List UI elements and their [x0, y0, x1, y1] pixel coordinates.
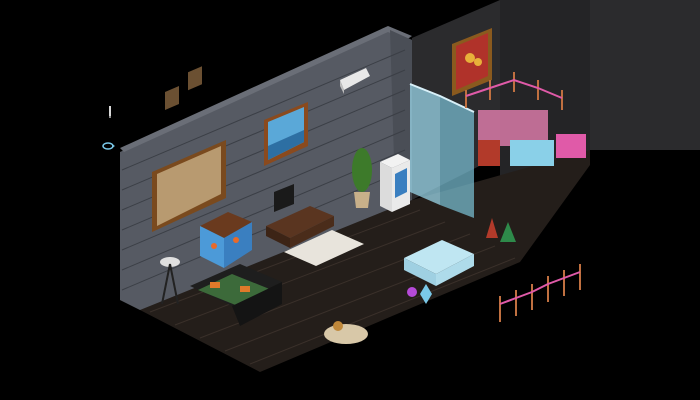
room-scene[interactable]: [0, 0, 700, 400]
pencil-icon[interactable]: [109, 106, 111, 118]
hud-tools: [100, 104, 120, 156]
rotate-icon[interactable]: [102, 142, 115, 150]
bollard-rope-set[interactable]: [499, 264, 581, 322]
vending-machine[interactable]: [380, 154, 410, 212]
potted-plant[interactable]: [352, 148, 372, 208]
